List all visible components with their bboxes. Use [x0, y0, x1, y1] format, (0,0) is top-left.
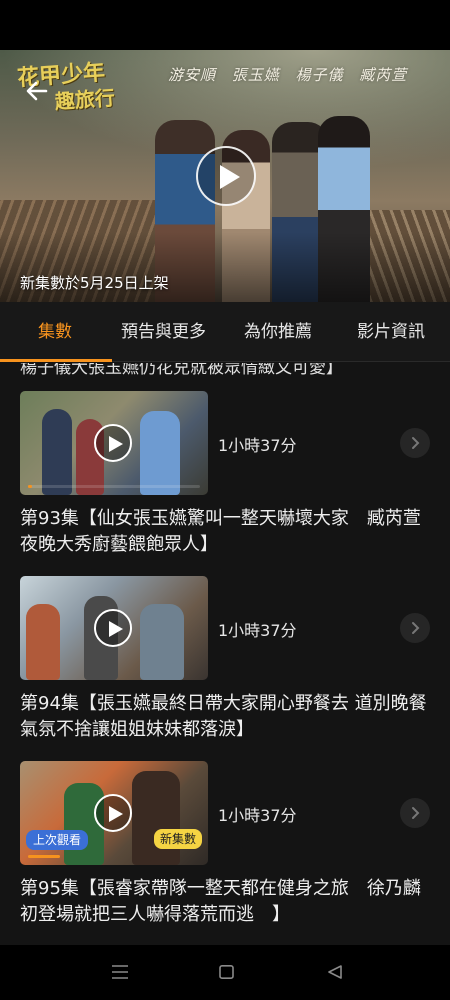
status-bar — [0, 0, 450, 50]
episode-expand-button[interactable] — [400, 428, 430, 458]
play-icon — [109, 621, 123, 637]
thumb-play-button[interactable] — [94, 794, 132, 832]
episode-thumbnail[interactable] — [20, 391, 208, 495]
nav-menu-button[interactable] — [105, 957, 135, 987]
last-watched-badge: 上次觀看 — [26, 830, 89, 850]
episode-title[interactable]: 第94集【張玉嬿最終日帶大家開心野餐去 道別晚餐氣氛不捨讓姐姐妹妹都落淚】 — [20, 691, 430, 743]
hero-banner: 花甲少年 趣旅行 游安順 張玉嬿 楊子儀 臧芮萱 新集數於5月25日上架 — [0, 50, 450, 302]
episode-thumbnail[interactable]: 上次觀看 新集數 — [20, 761, 208, 865]
episode-duration: 1小時37分 — [218, 806, 297, 825]
thumb-figure — [42, 409, 72, 495]
thumb-figure — [140, 411, 180, 495]
new-episode-notice: 新集數於5月25日上架 — [20, 274, 169, 292]
thumb-figure — [140, 604, 184, 680]
menu-icon — [112, 965, 128, 979]
hero-play-button[interactable] — [196, 146, 256, 206]
tab-bar: 集數 預告與更多 為你推薦 影片資訊 — [0, 302, 450, 362]
tab-episodes[interactable]: 集數 — [38, 302, 72, 362]
chevron-right-icon — [412, 622, 420, 634]
tab-trailers[interactable]: 預告與更多 — [121, 302, 206, 362]
system-nav-bar — [0, 945, 450, 1000]
new-episode-badge: 新集數 — [153, 829, 202, 849]
play-icon — [220, 165, 240, 189]
episode-item: 1小時37分 第93集【仙女張玉嬿驚叫一整天嚇壞大家 臧芮萱夜晚大秀廚藝餵飽眾人… — [0, 391, 450, 576]
tab-info[interactable]: 影片資訊 — [357, 302, 425, 362]
play-icon — [109, 806, 123, 822]
progress-bar — [28, 485, 32, 488]
triangle-back-icon — [328, 965, 342, 979]
thumb-figure — [132, 771, 180, 865]
cut-off-episode-title: 楊子儀大張玉嬿仍花兒就被眾情緻又可愛】 — [20, 363, 343, 378]
square-home-icon — [219, 965, 234, 979]
episode-duration: 1小時37分 — [218, 621, 297, 640]
episode-item: 1小時37分 第94集【張玉嬿最終日帶大家開心野餐去 道別晚餐氣氛不捨讓姐姐妹妹… — [0, 576, 450, 761]
arrow-left-icon — [26, 81, 48, 101]
nav-back-button[interactable] — [320, 957, 350, 987]
episode-title[interactable]: 第95集【張睿家帶隊一整天都在健身之旅 徐乃麟初登場就把三人嚇得落荒而逃 】 — [20, 876, 430, 928]
episode-thumbnail[interactable] — [20, 576, 208, 680]
episode-expand-button[interactable] — [400, 798, 430, 828]
play-icon — [109, 436, 123, 452]
back-button[interactable] — [22, 76, 52, 106]
nav-home-button[interactable] — [212, 957, 242, 987]
thumb-figure — [26, 604, 60, 680]
thumb-play-button[interactable] — [94, 424, 132, 462]
tab-active-indicator — [0, 359, 112, 362]
show-logo-line2: 趣旅行 — [54, 85, 116, 114]
episode-title[interactable]: 第93集【仙女張玉嬿驚叫一整天嚇壞大家 臧芮萱夜晚大秀廚藝餵飽眾人】 — [20, 506, 430, 558]
cast-names: 游安順 張玉嬿 楊子儀 臧芮萱 — [168, 66, 408, 84]
chevron-right-icon — [412, 437, 420, 449]
progress-bar — [28, 855, 60, 858]
thumb-play-button[interactable] — [94, 609, 132, 647]
episode-list: 楊子儀大張玉嬿仍花兒就被眾情緻又可愛】 1小時37分 第93集【仙女張玉嬿驚叫一… — [0, 363, 450, 945]
episode-expand-button[interactable] — [400, 613, 430, 643]
chevron-right-icon — [412, 807, 420, 819]
episode-item: 上次觀看 新集數 1小時37分 第95集【張睿家帶隊一整天都在健身之旅 徐乃麟初… — [0, 761, 450, 945]
tab-recommended[interactable]: 為你推薦 — [244, 302, 312, 362]
progress-track — [28, 485, 200, 488]
episode-duration: 1小時37分 — [218, 436, 297, 455]
